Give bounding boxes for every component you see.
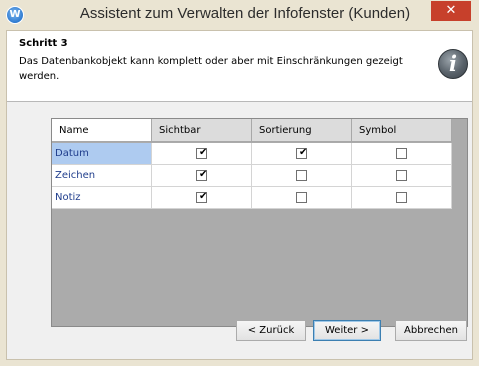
sortierung-cell bbox=[252, 187, 352, 209]
symbol-cell bbox=[352, 143, 452, 165]
sortierung-checkbox[interactable] bbox=[296, 192, 307, 203]
window-title: Assistent zum Verwalten der Infofenster … bbox=[79, 5, 411, 22]
symbol-checkbox[interactable] bbox=[396, 192, 407, 203]
column-header-symbol[interactable]: Symbol bbox=[352, 119, 452, 142]
column-header-name[interactable]: Name bbox=[52, 119, 152, 142]
symbol-checkbox[interactable] bbox=[396, 170, 407, 181]
step-description: Das Datenbankobjekt kann komplett oder a… bbox=[19, 56, 403, 82]
symbol-cell bbox=[352, 187, 452, 209]
checkmark-icon: ✔ bbox=[199, 191, 208, 202]
checkmark-icon: ✔ bbox=[199, 147, 208, 158]
checkmark-icon: ✔ bbox=[299, 147, 308, 158]
title-bar: W Assistent zum Verwalten der Infofenste… bbox=[0, 0, 479, 30]
table-row[interactable]: Zeichen ✔ bbox=[52, 165, 452, 187]
next-button[interactable]: Weiter > bbox=[313, 320, 381, 341]
sichtbar-checkbox[interactable]: ✔ bbox=[196, 169, 208, 181]
sichtbar-cell: ✔ bbox=[152, 165, 252, 187]
sortierung-cell bbox=[252, 165, 352, 187]
symbol-cell bbox=[352, 165, 452, 187]
close-icon: ✕ bbox=[445, 3, 457, 18]
wizard-window: W Assistent zum Verwalten der Infofenste… bbox=[0, 0, 479, 366]
field-name-cell[interactable]: Datum bbox=[52, 143, 152, 165]
checkmark-icon: ✔ bbox=[199, 169, 208, 180]
table-row[interactable]: Notiz ✔ bbox=[52, 187, 452, 209]
column-header-sortierung[interactable]: Sortierung bbox=[252, 119, 352, 142]
step-title: Schritt 3 bbox=[19, 38, 68, 49]
field-name-cell[interactable]: Zeichen bbox=[52, 165, 152, 187]
table-row[interactable]: Datum ✔ ✔ bbox=[52, 143, 452, 165]
sortierung-cell: ✔ bbox=[252, 143, 352, 165]
sichtbar-cell: ✔ bbox=[152, 187, 252, 209]
app-icon[interactable]: W bbox=[6, 6, 24, 24]
sichtbar-checkbox[interactable]: ✔ bbox=[196, 191, 208, 203]
close-button[interactable]: ✕ bbox=[431, 1, 471, 21]
grid-header: Name Sichtbar Sortierung Symbol bbox=[52, 119, 452, 143]
sortierung-checkbox[interactable]: ✔ bbox=[296, 147, 308, 159]
fields-grid[interactable]: Name Sichtbar Sortierung Symbol Datum ✔ ✔ Z… bbox=[51, 118, 468, 327]
sichtbar-checkbox[interactable]: ✔ bbox=[196, 147, 208, 159]
sortierung-checkbox[interactable] bbox=[296, 170, 307, 181]
field-name-cell[interactable]: Notiz bbox=[52, 187, 152, 209]
back-button[interactable]: < Zurück bbox=[236, 320, 306, 341]
sichtbar-cell: ✔ bbox=[152, 143, 252, 165]
info-icon: i bbox=[438, 49, 468, 79]
symbol-checkbox[interactable] bbox=[396, 148, 407, 159]
step-header: Schritt 3 Das Datenbankobjekt kann kompl… bbox=[7, 31, 472, 102]
column-header-sichtbar[interactable]: Sichtbar bbox=[152, 119, 252, 142]
cancel-button[interactable]: Abbrechen bbox=[395, 320, 467, 341]
wizard-client-area: Schritt 3 Das Datenbankobjekt kann kompl… bbox=[6, 30, 473, 360]
